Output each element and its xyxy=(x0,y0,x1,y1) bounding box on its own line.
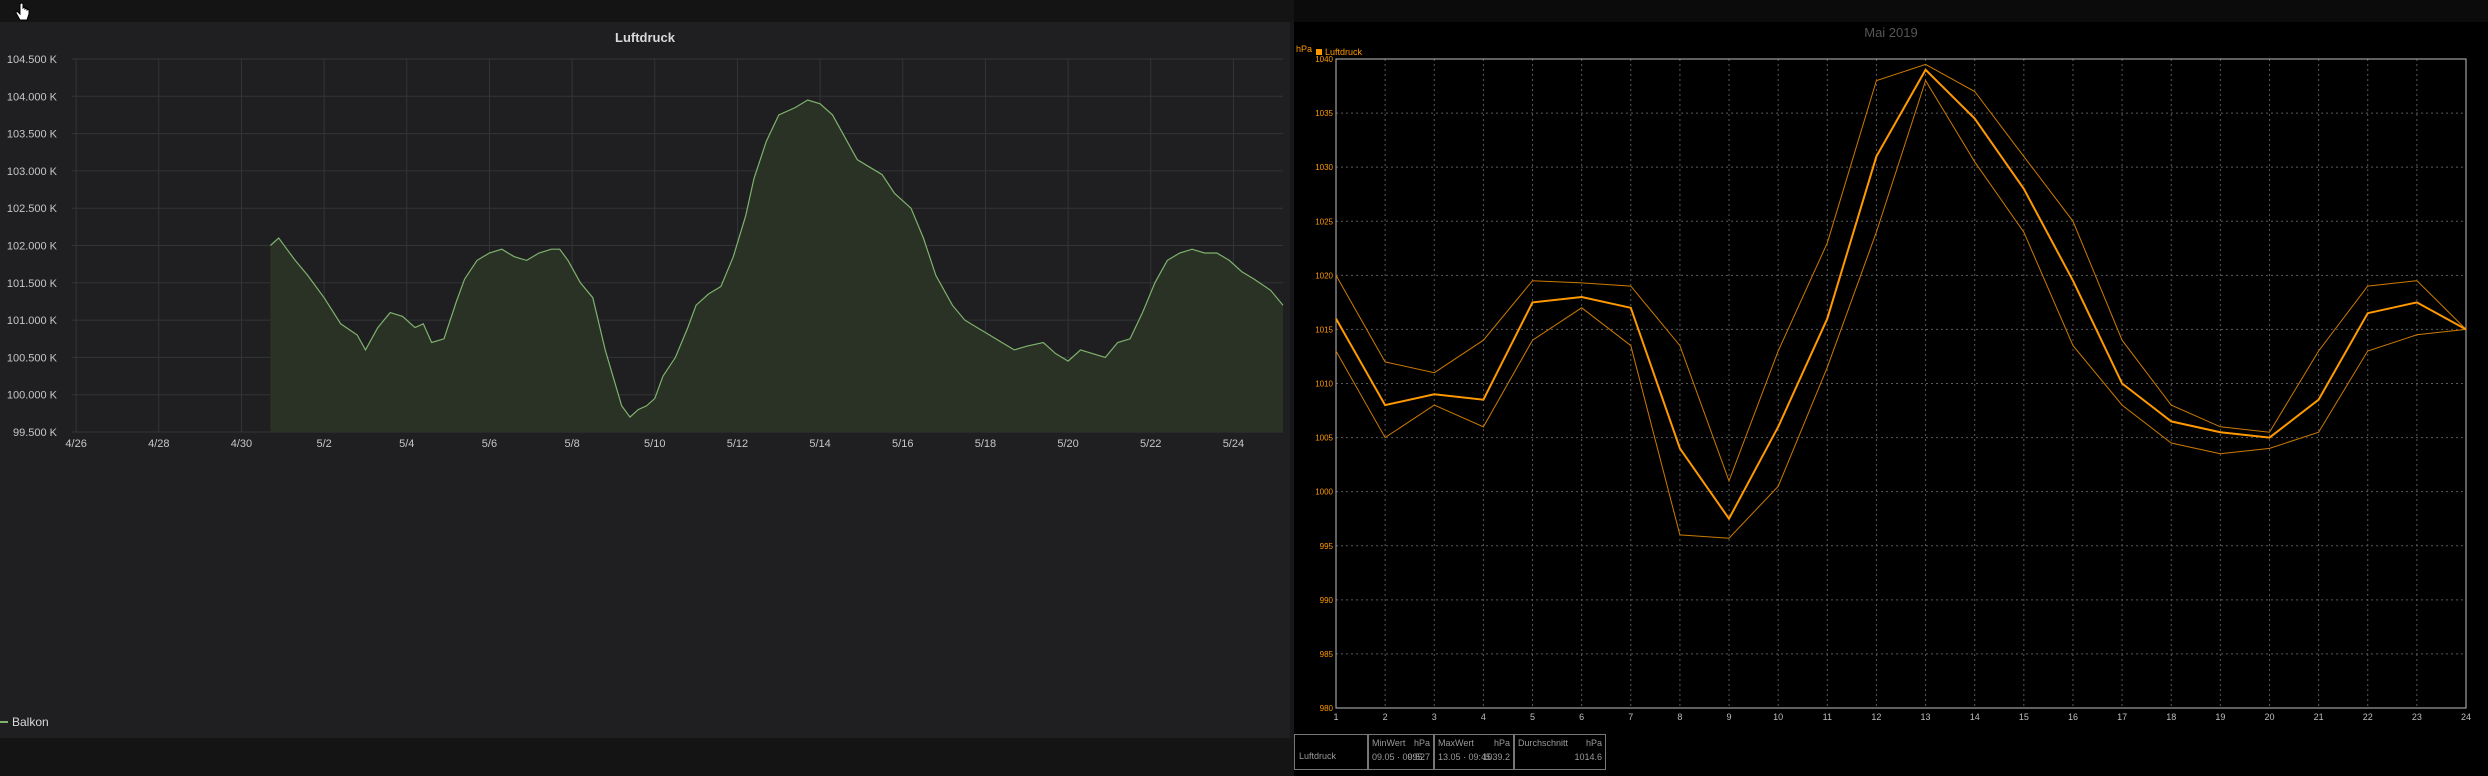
x-tick-label: 16 xyxy=(2068,712,2078,722)
x-tick-label: 4 xyxy=(1481,712,1486,722)
y-tick-label: 1010 xyxy=(1315,380,1333,389)
x-tick-label: 9 xyxy=(1727,712,1732,722)
left-chart-svg: 99.500 K 100.000 K 100.500 K 101.000 K 101.5… xyxy=(7,54,1284,450)
y-tick-label: 1015 xyxy=(1315,325,1333,334)
left-chart-panel: Luftdruck 99.500 K 100.000 K 100.500 K 101.… xyxy=(0,22,1290,738)
stats-max-cell: MaxWert hPa 13.05 · 09:45 1039.2 xyxy=(1434,734,1514,770)
y-tick-label: 1000 xyxy=(1315,488,1333,497)
stats-row-label-cell: Luftdruck xyxy=(1294,734,1368,770)
stats-min-cell: MinWert hPa 09.05 · 00:52 995.7 xyxy=(1368,734,1434,770)
y-tick-label: 1040 xyxy=(1315,55,1333,64)
stats-avg-label: Durchschnitt xyxy=(1518,738,1569,748)
series-line-bound xyxy=(1335,79,2467,539)
series-line-luftdruck xyxy=(1335,68,2467,521)
y-tick-label: 103.000 K xyxy=(7,166,58,178)
stats-max-value: 1039.2 xyxy=(1482,752,1510,762)
x-tick-label: 14 xyxy=(1970,712,1980,722)
hand-cursor-icon xyxy=(15,2,30,21)
y-axis-unit: hPa xyxy=(1296,44,1312,54)
x-tick-label: 21 xyxy=(2314,712,2324,722)
y-tick-label: 99.500 K xyxy=(13,427,58,439)
x-tick-label: 7 xyxy=(1628,712,1633,722)
y-tick-label: 980 xyxy=(1320,704,1334,713)
x-tick-label: 5/4 xyxy=(399,438,414,450)
x-tick-label: 5/8 xyxy=(564,438,579,450)
x-tick-label: 5/6 xyxy=(482,438,497,450)
x-tick-label: 5/18 xyxy=(975,438,996,450)
legend-label: Balkon xyxy=(12,715,49,729)
stats-row-label: Luftdruck xyxy=(1299,751,1337,761)
x-tick-label: 5 xyxy=(1530,712,1535,722)
y-tick-label: 101.000 K xyxy=(7,315,58,327)
x-tick-label: 10 xyxy=(1773,712,1783,722)
y-tick-label: 102.000 K xyxy=(7,241,58,253)
x-tick-label: 3 xyxy=(1432,712,1437,722)
y-tick-label: 1030 xyxy=(1315,163,1333,172)
y-tick-label: 104.000 K xyxy=(7,91,58,103)
stats-avg-cell: Durchschnitt hPa 1014.6 xyxy=(1514,734,1606,770)
x-tick-label: 6 xyxy=(1579,712,1584,722)
y-tick-label: 995 xyxy=(1320,542,1334,551)
y-tick-label: 100.500 K xyxy=(7,352,58,364)
y-tick-label: 1025 xyxy=(1315,217,1333,226)
y-tick-label: 1020 xyxy=(1315,271,1333,280)
x-tick-label: 5/2 xyxy=(316,438,331,450)
y-tick-label: 104.500 K xyxy=(7,54,58,66)
x-tick-label: 22 xyxy=(2363,712,2373,722)
stats-max-unit: hPa xyxy=(1493,738,1510,748)
right-chart-panel: Mai 2019 hPa Luftdruck 980 985 990 995 1000 100… xyxy=(1294,22,2488,776)
x-tick-label: 17 xyxy=(2117,712,2127,722)
x-tick-label: 5/22 xyxy=(1140,438,1161,450)
x-tick-label: 5/10 xyxy=(644,438,665,450)
x-tick-label: 24 xyxy=(2461,712,2471,722)
x-tick-label: 5/24 xyxy=(1223,438,1244,450)
left-footer xyxy=(0,738,1294,776)
y-tick-label: 100.000 K xyxy=(7,390,58,402)
x-tick-label: 5/12 xyxy=(727,438,748,450)
right-chart-svg: hPa Luftdruck9809859909951000100510101015… xyxy=(1296,44,2471,722)
y-tick-label: 985 xyxy=(1320,650,1334,659)
stats-avg-value: 1014.6 xyxy=(1574,752,1602,762)
x-tick-label: 19 xyxy=(2215,712,2225,722)
x-tick-label: 4/28 xyxy=(148,438,169,450)
y-tick-label: 103.500 K xyxy=(7,129,58,141)
x-tick-label: 1 xyxy=(1333,712,1338,722)
y-tick-label: 990 xyxy=(1320,596,1334,605)
y-tick-label: 101.500 K xyxy=(7,278,58,290)
x-tick-label: 8 xyxy=(1677,712,1682,722)
series-line-bound xyxy=(1335,63,2467,483)
x-tick-label: 18 xyxy=(2166,712,2176,722)
left-legend[interactable]: Balkon xyxy=(0,712,49,732)
x-tick-label: 4/30 xyxy=(231,438,252,450)
stats-max-label: MaxWert xyxy=(1438,738,1474,748)
x-tick-label: 12 xyxy=(1871,712,1881,722)
y-tick-label: 1035 xyxy=(1315,109,1333,118)
stats-avg-unit: hPa xyxy=(1585,738,1602,748)
x-tick-label: 5/16 xyxy=(892,438,913,450)
x-tick-label: 15 xyxy=(2019,712,2029,722)
stats-min-label: MinWert xyxy=(1372,738,1406,748)
x-tick-label: 11 xyxy=(1823,712,1832,722)
area-fill-balkon xyxy=(270,100,1283,432)
x-tick-label: 23 xyxy=(2412,712,2422,722)
stats-min-unit: hPa xyxy=(1413,738,1430,748)
x-tick-label: 4/26 xyxy=(65,438,86,450)
top-toolbar xyxy=(0,0,1294,22)
x-tick-label: 5/20 xyxy=(1057,438,1078,450)
x-tick-label: 13 xyxy=(1921,712,1931,722)
x-tick-label: 5/14 xyxy=(809,438,830,450)
top-toolbar-right xyxy=(1294,0,2488,22)
x-tick-label: 2 xyxy=(1383,712,1388,722)
stats-table: Luftdruck MinWert hPa 09.05 · 00:52 995.… xyxy=(1294,734,1606,772)
legend-swatch-icon xyxy=(0,721,8,723)
x-tick-label: 20 xyxy=(2264,712,2274,722)
y-tick-label: 102.500 K xyxy=(7,203,58,215)
stats-min-value: 995.7 xyxy=(1407,752,1430,762)
y-tick-label: 1005 xyxy=(1315,434,1333,443)
